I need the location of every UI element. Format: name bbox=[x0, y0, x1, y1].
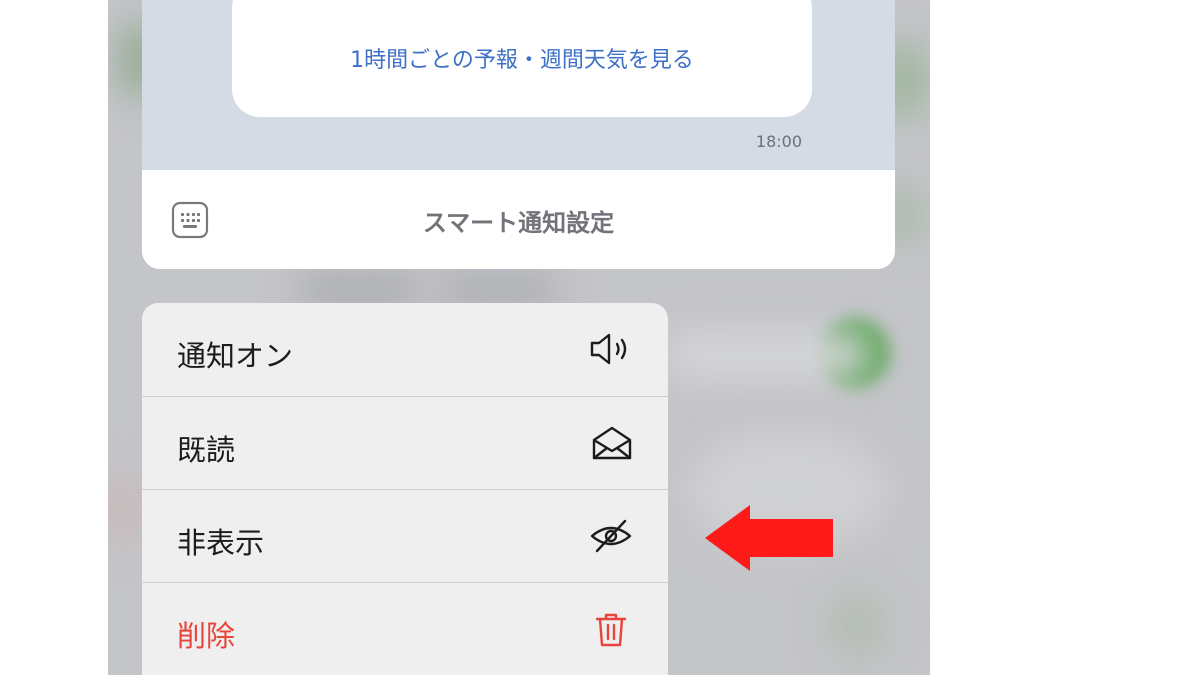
screen: 1時間ごとの予報・週間天気を見る 18:00 スマート通知設定 通知オン 既読 … bbox=[0, 0, 1200, 675]
menu-item-label: 通知オン bbox=[177, 339, 294, 373]
context-menu: 通知オン 既読 非表示 削除 bbox=[142, 303, 668, 675]
chat-preview-area: 1時間ごとの予報・週間天気を見る 18:00 bbox=[142, 0, 895, 170]
chat-bottom-bar: スマート通知設定 bbox=[142, 170, 895, 269]
speaker-icon bbox=[590, 333, 627, 365]
menu-item-label: 既読 bbox=[177, 433, 236, 467]
message-bubble: 1時間ごとの予報・週間天気を見る bbox=[232, 0, 812, 117]
menu-item-hide[interactable]: 非表示 bbox=[142, 490, 668, 583]
open-envelope-icon bbox=[592, 426, 632, 460]
menu-item-notifications-on[interactable]: 通知オン bbox=[142, 303, 668, 396]
smart-notification-settings-button[interactable]: スマート通知設定 bbox=[142, 203, 895, 238]
eye-slash-icon bbox=[590, 519, 632, 553]
message-timestamp: 18:00 bbox=[755, 132, 802, 151]
trash-icon bbox=[595, 613, 627, 647]
menu-item-delete[interactable]: 削除 bbox=[142, 583, 668, 675]
menu-item-mark-read[interactable]: 既読 bbox=[142, 397, 668, 490]
menu-item-label: 削除 bbox=[177, 619, 236, 653]
red-arrow-annotation bbox=[705, 505, 833, 571]
menu-item-label: 非表示 bbox=[177, 526, 265, 560]
chat-preview-card: 1時間ごとの予報・週間天気を見る 18:00 スマート通知設定 bbox=[142, 0, 895, 269]
forecast-link[interactable]: 1時間ごとの予報・週間天気を見る bbox=[232, 42, 812, 74]
